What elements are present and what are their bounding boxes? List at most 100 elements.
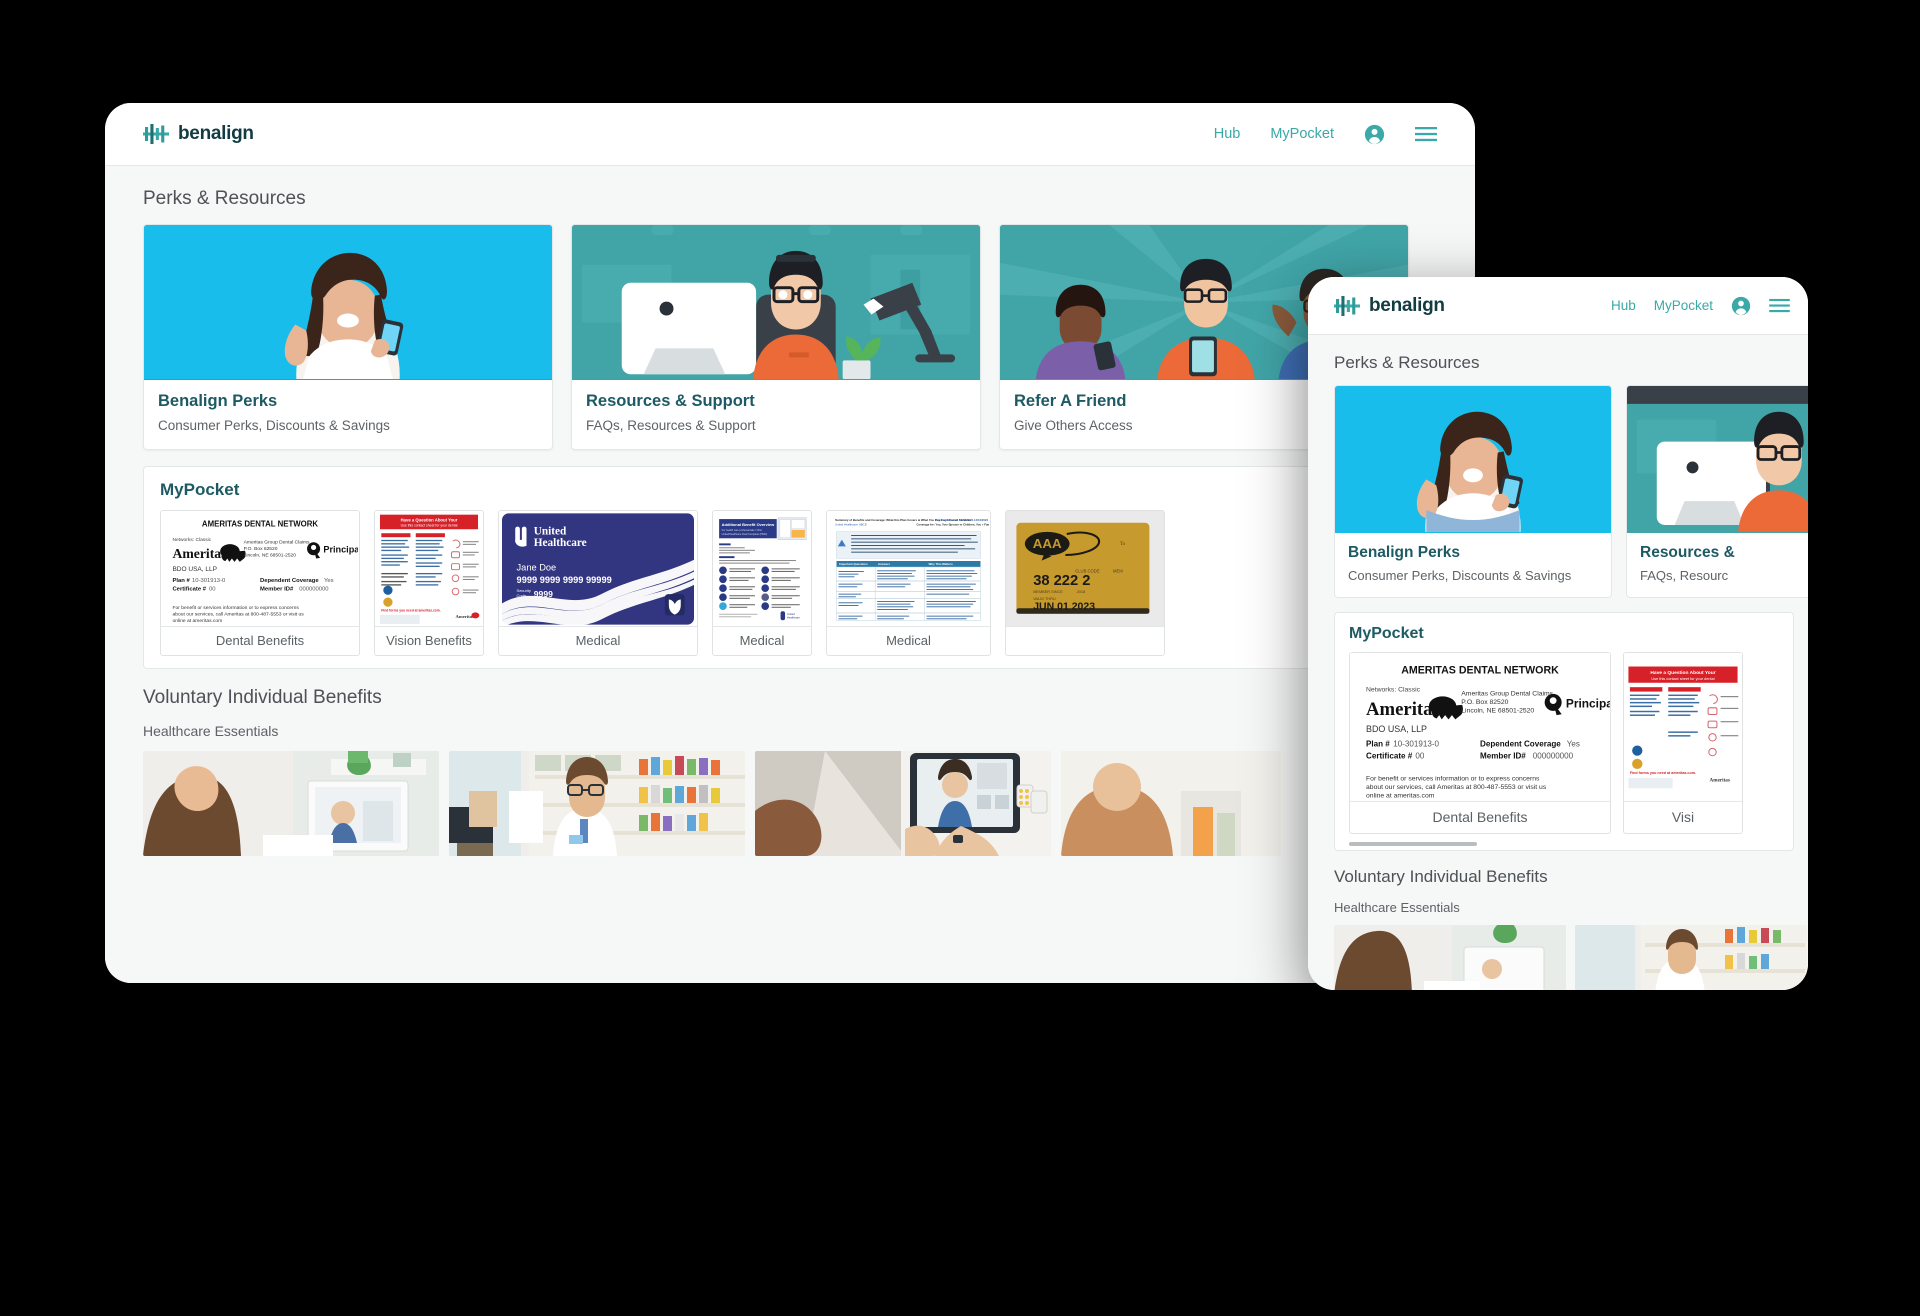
screenshot-stage: benalign Hub MyPocket Perks & Resources … [0,0,1920,1316]
perk-card-title: Benalign Perks [158,392,278,410]
voluntary-image-pharmacist[interactable] [1575,925,1807,990]
pocket-card-vision-benefits[interactable]: Have a Question About Your Use this cont… [1623,652,1743,834]
svg-text:Principal: Principal [323,544,358,554]
account-circle-icon[interactable] [1731,296,1751,316]
perk-card-resources-support[interactable]: Resources & FAQs, Resourc [1626,385,1808,598]
brand-logo[interactable]: benalign [1334,295,1445,317]
svg-text:Member ID#: Member ID# [260,586,294,592]
svg-text:2018: 2018 [1077,589,1086,593]
svg-text:Important Questions: Important Questions [839,562,868,566]
pocket-card-label [1006,626,1164,655]
svg-text:000000000: 000000000 [299,586,329,592]
perks-card-row: Benalign Perks Consumer Perks, Discounts… [105,210,1475,450]
hamburger-menu-icon[interactable] [1769,298,1790,313]
mypocket-card-row: AMERITAS DENTAL NETWORK Networks: Classi… [144,510,1438,656]
pocket-card-label: Medical [827,626,990,655]
svg-text:38 222 2: 38 222 2 [1033,573,1090,589]
hamburger-menu-icon[interactable] [1415,126,1437,142]
perk-card-subtitle: FAQs, Resources & Support [586,418,756,433]
pocket-card-label: Dental Benefits [1350,801,1610,833]
svg-text:10-301913-0: 10-301913-0 [192,578,226,584]
account-circle-icon[interactable] [1364,124,1385,145]
voluntary-image-woman-partial[interactable] [1061,751,1281,856]
ameritas-contact-sheet-document-thumb: Have a Question About Your Use this cont… [375,511,483,626]
svg-text:United: United [787,612,795,616]
perk-card-benalign-perks[interactable]: Benalign Perks Consumer Perks, Discounts… [1334,385,1612,598]
voluntary-section-subtitle: Healthcare Essentials [1334,900,1460,915]
brand-logo[interactable]: benalign [143,123,254,145]
perk-card-benalign-perks[interactable]: Benalign Perks Consumer Perks, Discounts… [143,224,553,450]
perk-card-title: Resources & Support [586,392,755,410]
svg-text:Ameritas: Ameritas [1710,778,1730,784]
perk-card-resources-support[interactable]: Resources & Support FAQs, Resources & Su… [571,224,981,450]
pocket-card-vision-benefits[interactable]: Have a Question About Your Use this cont… [374,510,484,656]
svg-text:P.O. Box 82520: P.O. Box 82520 [244,546,278,552]
summary-of-benefits-document-thumb: Summary of Benefits and Coverage: What t… [827,511,990,626]
mypocket-section-title: MyPocket [160,480,240,499]
nav-link-hub[interactable]: Hub [1214,126,1241,142]
pocket-card-medical-uhc[interactable]: United Healthcare Jane Doe 9999 9999 999… [498,510,698,656]
svg-text:AAA: AAA [1033,536,1062,551]
united-healthcare-id-card-thumb: United Healthcare Jane Doe 9999 9999 999… [499,511,697,626]
pocket-card-aaa-membership[interactable]: AAA To CLUB CODE MEM 38 222 2 MEMBER SIN… [1005,510,1165,656]
svg-text:To: To [1120,542,1126,547]
tablet-browser-window: benalign Hub MyPocket Perks & Resources … [1308,277,1808,990]
svg-text:online at ameritas.com: online at ameritas.com [1366,793,1435,800]
woman-with-phone-celebrating-image [144,225,552,380]
svg-text:Networks: Classic: Networks: Classic [172,536,211,542]
mypocket-section-title: MyPocket [1349,625,1424,642]
brand-name: benalign [178,123,254,144]
voluntary-section-title: Voluntary Individual Benefits [143,687,382,708]
desktop-nav-links: Hub MyPocket [1214,124,1437,145]
nav-link-mypocket[interactable]: MyPocket [1654,298,1713,313]
voluntary-image-telehealth-tablet[interactable] [755,751,1051,856]
horizontal-scrollbar[interactable] [1349,842,1477,846]
nav-link-mypocket[interactable]: MyPocket [1270,126,1334,142]
svg-text:Member ID#: Member ID# [1480,751,1526,760]
svg-text:Healthcare: Healthcare [534,536,587,548]
pocket-card-medical-sbc[interactable]: Summary of Benefits and Coverage: What t… [826,510,991,656]
nav-link-hub[interactable]: Hub [1611,298,1636,313]
desktop-content: Perks & Resources Benalign Perks Consume… [105,165,1475,983]
voluntary-section-subtitle: Healthcare Essentials [143,723,279,739]
mypocket-card-row: AMERITAS DENTAL NETWORK Networks: Classi… [1335,652,1793,834]
svg-text:UnitedHealthcare Dual Complete: UnitedHealthcare Dual Complete (HMO) [722,532,768,536]
voluntary-image-pharmacist[interactable] [449,751,745,856]
aaa-membership-card-thumb: AAA To CLUB CODE MEM 38 222 2 MEMBER SIN… [1006,511,1164,626]
bar-chart-logo-icon [143,124,169,144]
pocket-card-label: Vision Benefits [375,626,483,655]
man-at-desk-with-computer-image [572,225,980,380]
voluntary-section-title: Voluntary Individual Benefits [1334,867,1548,886]
svg-text:Principal: Principal [1566,696,1610,710]
svg-text:MEM: MEM [1113,568,1123,573]
svg-text:online at ameritas.com: online at ameritas.com [172,617,222,623]
pocket-card-label: Dental Benefits [161,626,359,655]
svg-text:Yes: Yes [324,578,334,584]
pocket-card-dental-benefits[interactable]: AMERITAS DENTAL NETWORK Networks: Classi… [160,510,360,656]
ameritas-contact-sheet-document-thumb: Have a Question About Your Use this cont… [1624,653,1742,801]
pocket-card-medical-overview[interactable]: Additional Benefit Overview For health c… [712,510,812,656]
svg-text:For benefit or services inform: For benefit or services information or t… [1366,776,1540,783]
voluntary-image-telehealth-laptop[interactable] [143,751,439,856]
brand-name: benalign [1369,294,1445,316]
svg-text:Ameritas: Ameritas [456,615,474,620]
svg-text:Have a Question About Your: Have a Question About Your [1650,670,1715,676]
pocket-card-label: Medical [499,626,697,655]
svg-text:Dependent Coverage: Dependent Coverage [260,578,319,584]
svg-text:JUN 01 2023: JUN 01 2023 [1033,600,1095,612]
svg-text:For health care professionals: For health care professionals / Ohio [722,528,763,532]
svg-text:00: 00 [209,586,216,592]
svg-text:Lincoln, NE 68501-2520: Lincoln, NE 68501-2520 [1461,708,1534,715]
svg-text:AMERITAS DENTAL NETWORK: AMERITAS DENTAL NETWORK [202,519,318,528]
svg-text:Ameritas Group Dental Claims: Ameritas Group Dental Claims [244,539,310,545]
svg-text:United: United [534,525,567,537]
svg-text:about our services, call Ameri: about our services, call Ameritas at 800… [1366,784,1547,791]
svg-text:Healthcare: Healthcare [787,615,800,619]
perk-card-subtitle: Consumer Perks, Discounts & Savings [1348,568,1572,583]
svg-text:Plan #: Plan # [1366,740,1390,749]
svg-text:Use this contact sheet for you: Use this contact sheet for your dental [401,523,458,527]
voluntary-image-telehealth-laptop[interactable] [1334,925,1566,990]
svg-text:For benefit or services inform: For benefit or services information or t… [172,604,299,610]
pocket-card-dental-benefits[interactable]: AMERITAS DENTAL NETWORK Networks: Classi… [1349,652,1611,834]
mobile-nav-links: Hub MyPocket [1611,296,1808,316]
